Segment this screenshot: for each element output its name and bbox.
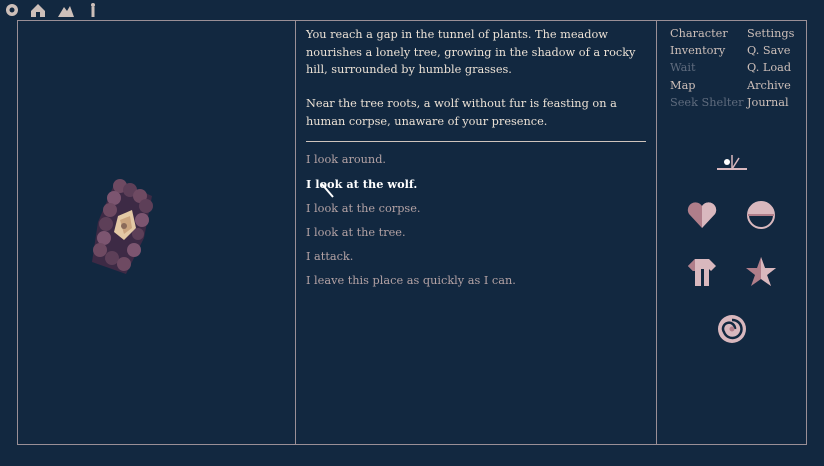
mountain-icon[interactable]: [57, 2, 75, 18]
narrative-separator: [306, 141, 646, 142]
house-icon[interactable]: [29, 2, 47, 18]
cog-icon[interactable]: [3, 2, 21, 18]
food-bowl-icon: [747, 201, 775, 229]
menu-panel: Character Inventory Wait Map Seek Shelte…: [658, 21, 806, 444]
narrative-paragraph-1: You reach a gap in the tunnel of plants.…: [306, 28, 636, 76]
menu-map[interactable]: Map: [670, 79, 696, 92]
menu-journal[interactable]: Journal: [747, 96, 789, 109]
menu-archive[interactable]: Archive: [747, 79, 791, 92]
top-toolbar: [0, 0, 824, 20]
menu-inventory[interactable]: Inventory: [670, 44, 725, 57]
menu-character[interactable]: Character: [670, 27, 728, 40]
menu-seek-shelter[interactable]: Seek Shelter: [670, 96, 744, 109]
figure-icon[interactable]: [84, 2, 102, 18]
star-icon: [746, 257, 776, 286]
right-divider: [656, 20, 657, 445]
story-panel: You reach a gap in the tunnel of plants.…: [297, 21, 656, 444]
choice-look-at-corpse[interactable]: I look at the corpse.: [306, 202, 421, 215]
choice-look-around[interactable]: I look around.: [306, 153, 386, 166]
tree-grove-image: [92, 179, 153, 274]
shirt-icon: [688, 259, 716, 286]
mouse-cursor-icon: [320, 182, 334, 198]
choice-look-at-tree[interactable]: I look at the tree.: [306, 226, 406, 239]
spiral-icon: [718, 315, 746, 343]
sundial-icon: [717, 155, 747, 170]
choice-leave[interactable]: I leave this place as quickly as I can.: [306, 274, 516, 287]
menu-quick-save[interactable]: Q. Save: [747, 44, 790, 57]
heart-icon: [687, 202, 717, 228]
scene-panel: [18, 21, 295, 444]
menu-wait[interactable]: Wait: [670, 61, 696, 74]
menu-quick-load[interactable]: Q. Load: [747, 61, 791, 74]
menu-settings[interactable]: Settings: [747, 27, 794, 40]
choice-attack[interactable]: I attack.: [306, 250, 353, 263]
left-divider: [295, 20, 296, 445]
narrative-paragraph-2: Near the tree roots, a wolf without fur …: [306, 97, 617, 128]
